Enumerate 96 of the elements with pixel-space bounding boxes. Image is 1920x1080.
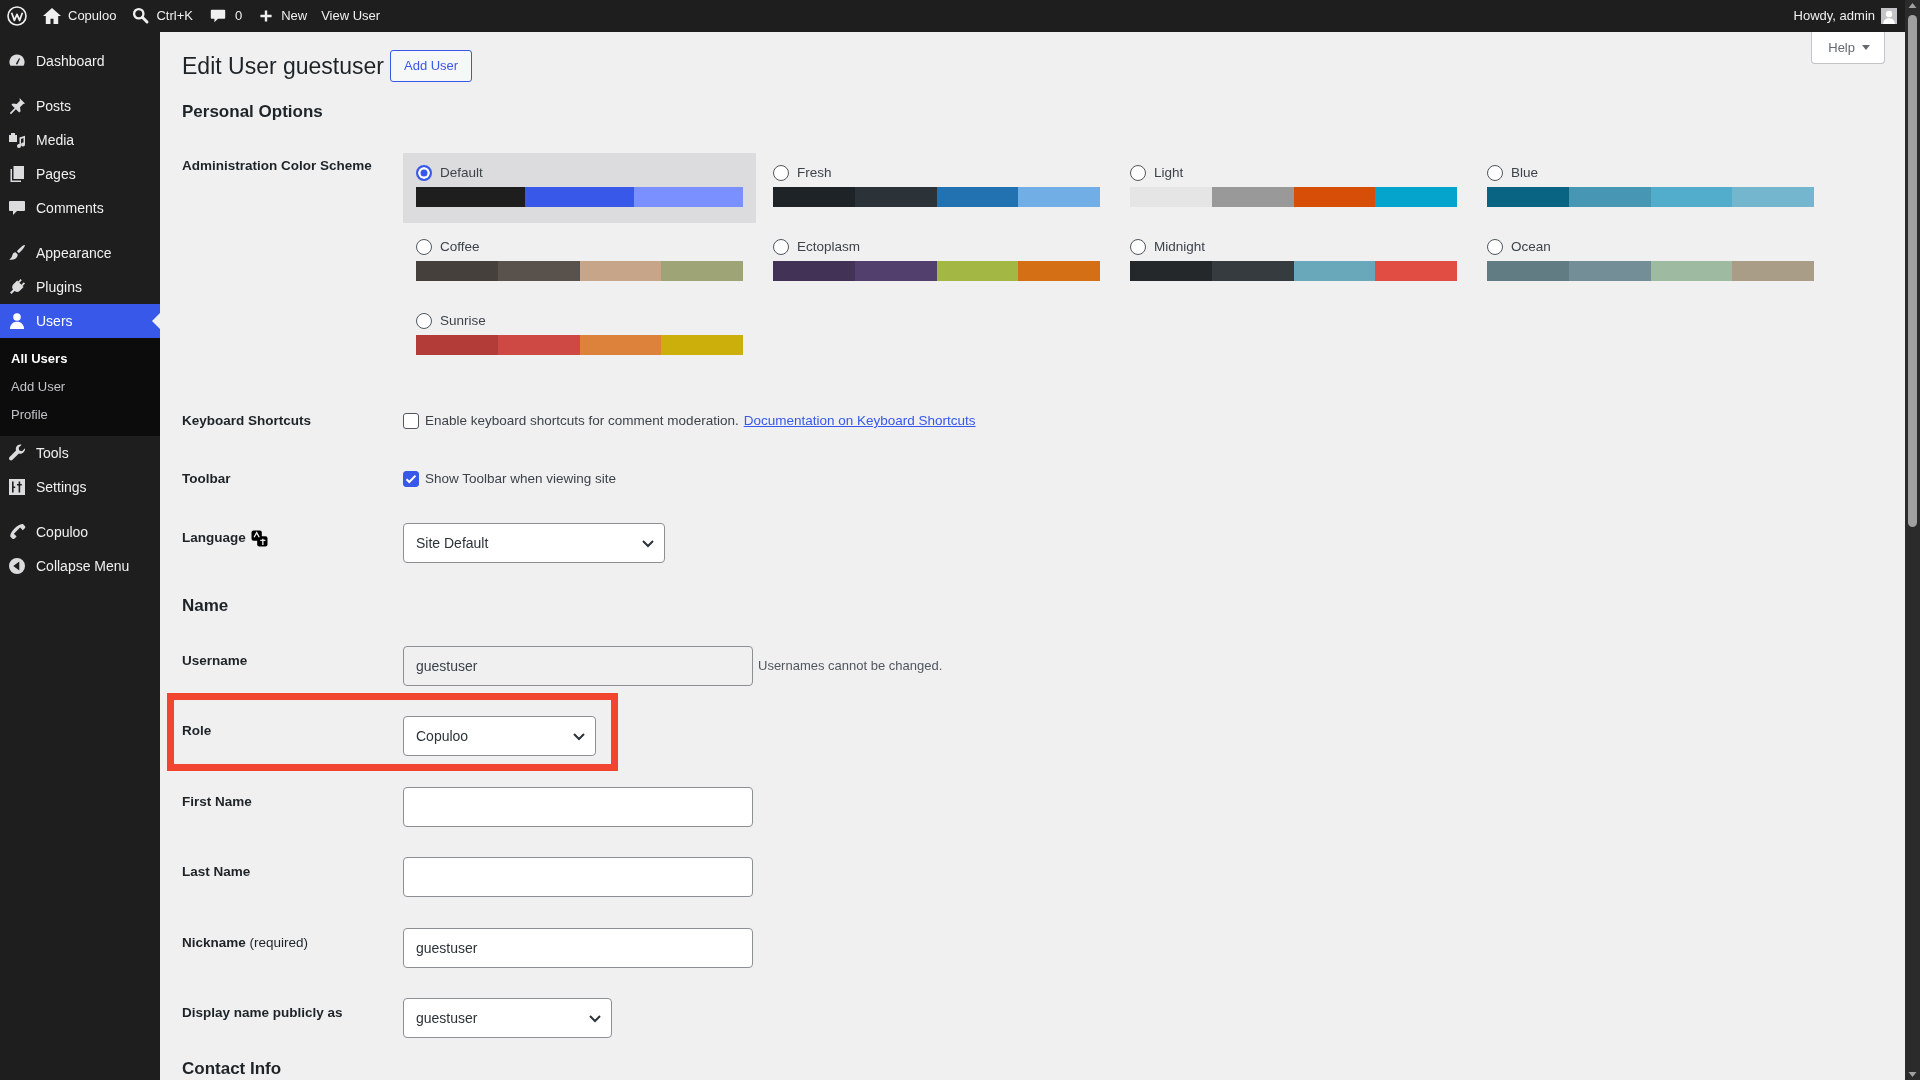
radio-button[interactable]: [1487, 239, 1503, 255]
checkbox-label: Show Toolbar when viewing site: [425, 470, 617, 488]
menu-item[interactable]: Posts: [0, 89, 160, 123]
search-link[interactable]: Ctrl+K: [124, 0, 201, 32]
checkbox-label: Enable keyboard shortcuts for comment moderation.: [425, 412, 739, 430]
submenu-item[interactable]: All Users: [0, 345, 160, 373]
radio-button[interactable]: [416, 313, 432, 329]
menu-item[interactable]: Settings: [0, 470, 160, 504]
color-scheme-option[interactable]: Default: [403, 153, 756, 223]
view-user-link[interactable]: View User: [315, 0, 389, 32]
plug-icon: [7, 277, 27, 297]
comments-link[interactable]: 0: [200, 0, 251, 32]
color-scheme-option[interactable]: Midnight: [1117, 227, 1470, 297]
field-label: Last Name: [182, 863, 252, 881]
dropdown-field[interactable]: Site Default: [403, 523, 665, 563]
menu-item[interactable]: Users: [0, 304, 160, 338]
submenu-item[interactable]: Profile: [0, 401, 160, 429]
menu-pointer-icon: [152, 313, 160, 329]
menu-item[interactable]: Appearance: [0, 236, 160, 270]
radio-button[interactable]: [1130, 239, 1146, 255]
scrollbar[interactable]: [1905, 0, 1920, 1080]
search-icon: [132, 7, 151, 25]
field-label: Administration Color Scheme: [182, 157, 373, 175]
field-label: Role: [182, 722, 213, 740]
checkbox[interactable]: [403, 413, 419, 429]
section-heading: Name: [182, 594, 230, 617]
color-scheme-option[interactable]: Blue: [1474, 153, 1827, 223]
new-link[interactable]: New: [250, 0, 316, 32]
sliders-icon: [7, 477, 27, 497]
help-button[interactable]: Help: [1811, 32, 1885, 64]
home-icon: [42, 6, 62, 26]
color-scheme-option[interactable]: Coffee: [403, 227, 756, 297]
photo-music-icon: [7, 130, 27, 150]
caret-icon: [1862, 45, 1870, 50]
site-link[interactable]: Copuloo: [34, 0, 125, 32]
color-scheme-option[interactable]: Ectoplasm: [760, 227, 1113, 297]
menu-item[interactable]: Copuloo: [0, 515, 160, 549]
submenu-item[interactable]: Add User: [0, 373, 160, 401]
logo-icon[interactable]: [7, 6, 27, 26]
field-label: Display name publicly as: [182, 1004, 344, 1022]
menu-item[interactable]: Comments: [0, 191, 160, 225]
speech-bubble-icon: [7, 198, 27, 218]
radio-label: Coffee: [440, 237, 480, 256]
field-label: Nickname (required): [182, 933, 310, 952]
radio-label: Default: [440, 163, 483, 182]
dropdown-field[interactable]: guestuser: [403, 998, 612, 1038]
field-label: Toolbar: [182, 470, 232, 488]
radio-button[interactable]: [773, 165, 789, 181]
phone-icon: [7, 522, 27, 542]
speech-bubble-icon: [208, 7, 227, 25]
avatar-icon: [1881, 8, 1897, 24]
radio-button[interactable]: [416, 239, 432, 255]
radio-label: Fresh: [797, 163, 832, 182]
field-label: Username: [182, 651, 249, 670]
field-label: Keyboard Shortcuts: [182, 412, 313, 430]
radio-label: Ectoplasm: [797, 237, 861, 256]
text-field[interactable]: guestuser: [403, 927, 753, 968]
plus-icon: [258, 8, 275, 24]
color-scheme-option[interactable]: Sunrise: [403, 301, 756, 371]
account-link[interactable]: Howdy, admin: [1785, 0, 1905, 32]
radio-button[interactable]: [416, 165, 432, 181]
radio-button[interactable]: [773, 239, 789, 255]
color-scheme-option[interactable]: Ocean: [1474, 227, 1827, 297]
checkmark-icon: [404, 472, 418, 486]
radio-label: Blue: [1511, 163, 1539, 182]
wrench-icon: [7, 443, 27, 463]
radio-label: Midnight: [1154, 237, 1206, 256]
text-field[interactable]: [403, 786, 753, 827]
menu-item[interactable]: Plugins: [0, 270, 160, 304]
translate-icon: [250, 529, 268, 547]
radio-label: Ocean: [1511, 237, 1551, 256]
radio-label: Light: [1154, 163, 1184, 182]
menu-item[interactable]: Media: [0, 123, 160, 157]
color-scheme-option[interactable]: Light: [1117, 153, 1470, 223]
dropdown-field[interactable]: Copuloo: [403, 716, 596, 756]
menu-item[interactable]: Tools: [0, 436, 160, 470]
menu-item[interactable]: Pages: [0, 157, 160, 191]
section-heading: Contact Info: [182, 1057, 283, 1080]
documentation-link[interactable]: Documentation on Keyboard Shortcuts: [743, 411, 976, 431]
section-heading: Personal Options: [182, 101, 324, 123]
paintbrush-icon: [7, 243, 27, 263]
radio-label: Sunrise: [440, 311, 486, 330]
menu-item[interactable]: Dashboard: [0, 44, 160, 78]
color-scheme-option[interactable]: Fresh: [760, 153, 1113, 223]
add-user-button[interactable]: Add User: [390, 50, 473, 82]
field-label: First Name: [182, 792, 253, 811]
field-label: Language: [182, 529, 246, 547]
page-title: Edit User guestuser: [182, 52, 384, 81]
pushpin-icon: [7, 96, 27, 116]
person-icon: [7, 311, 27, 331]
text-field[interactable]: [403, 857, 753, 897]
radio-button[interactable]: [1487, 165, 1503, 181]
menu-item[interactable]: Collapse Menu: [0, 549, 160, 583]
field-description: Usernames cannot be changed.: [758, 656, 943, 675]
radio-button[interactable]: [1130, 165, 1146, 181]
checkbox[interactable]: [403, 471, 419, 487]
